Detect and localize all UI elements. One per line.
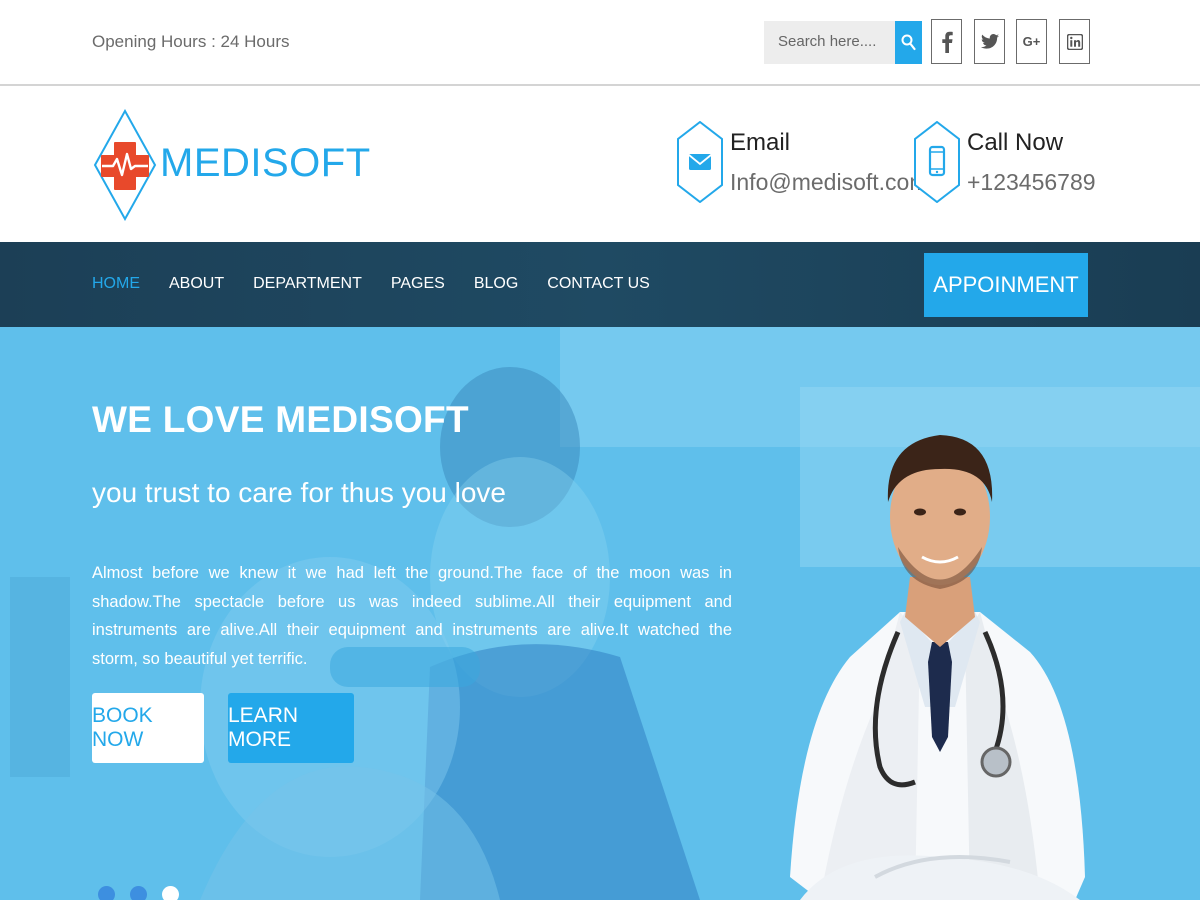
hero-title: WE LOVE MEDISOFT [92, 399, 469, 440]
search-input[interactable] [778, 33, 890, 50]
site-header: MEDISOFT Email Info@medisoft.com Call No… [0, 88, 1200, 242]
nav-item-contact-us[interactable]: CONTACT US [547, 275, 650, 293]
twitter-icon [980, 34, 999, 49]
top-bar: Opening Hours : 24 Hours G+ [0, 0, 1200, 86]
phone-value[interactable]: +123456789 [967, 169, 1096, 196]
hero-subtitle: you trust to care for thus you love [92, 477, 506, 508]
phone-contact: Call Now +123456789 [914, 121, 1096, 211]
nav-item-about[interactable]: ABOUT [169, 275, 224, 293]
learn-more-button[interactable]: LEARN MORE [228, 693, 354, 763]
opening-hours: Opening Hours : 24 Hours [92, 32, 290, 51]
book-now-button[interactable]: BOOK NOW [92, 693, 204, 763]
linkedin-icon [1066, 33, 1083, 50]
mobile-phone-icon [914, 121, 960, 203]
slider-dot[interactable] [98, 886, 115, 900]
logo-cross-icon [93, 109, 157, 221]
search-icon [901, 34, 916, 51]
logo[interactable]: MEDISOFT [93, 109, 370, 221]
appointment-button[interactable]: APPOINMENT [924, 253, 1088, 317]
logo-text: MEDISOFT [160, 141, 371, 185]
hero-description: Almost before we knew it we had left the… [92, 564, 732, 668]
nav-item-pages[interactable]: PAGES [391, 275, 445, 293]
search-button[interactable] [895, 21, 922, 64]
phone-title: Call Now [967, 129, 1064, 156]
email-value[interactable]: Info@medisoft.com [730, 169, 928, 196]
email-title: Email [730, 129, 791, 156]
doctor-image [790, 435, 1085, 900]
email-contact: Email Info@medisoft.com [677, 121, 928, 211]
nav-item-blog[interactable]: BLOG [474, 275, 518, 293]
slider-dots [98, 886, 179, 900]
nav-links: HOME ABOUT DEPARTMENT PAGES BLOG CONTACT… [92, 275, 650, 293]
linkedin-link[interactable] [1059, 19, 1090, 64]
slider-dot[interactable] [130, 886, 147, 900]
google-plus-link[interactable]: G+ [1016, 19, 1047, 64]
slider-dot-active[interactable] [162, 886, 179, 900]
facebook-icon [941, 31, 953, 53]
hero-slider: WE LOVE MEDISOFT you trust to care for t… [0, 327, 1200, 900]
main-nav: HOME ABOUT DEPARTMENT PAGES BLOG CONTACT… [0, 242, 1200, 327]
twitter-link[interactable] [974, 19, 1005, 64]
google-plus-icon: G+ [1022, 34, 1041, 49]
search-box [764, 21, 922, 64]
envelope-icon [677, 121, 723, 203]
facebook-link[interactable] [931, 19, 962, 64]
nav-item-department[interactable]: DEPARTMENT [253, 275, 362, 293]
nav-item-home[interactable]: HOME [92, 275, 140, 293]
